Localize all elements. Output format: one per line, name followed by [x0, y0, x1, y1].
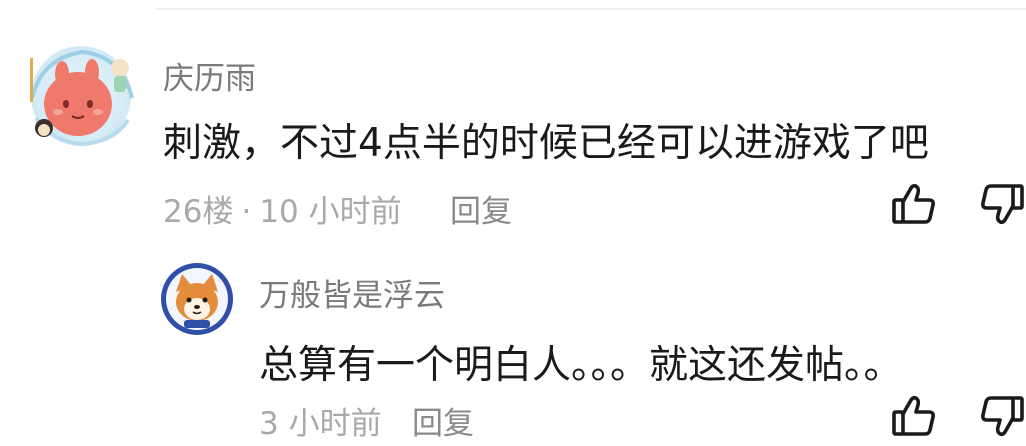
reply-reply-button[interactable]: 回复 — [412, 398, 474, 443]
thumbs-down-icon[interactable] — [978, 180, 1026, 228]
reply-thumbs-down-icon[interactable] — [978, 392, 1026, 440]
reply-time: 3 小时前 — [259, 406, 382, 442]
thumbs-up-icon[interactable] — [890, 180, 938, 228]
avatar[interactable] — [22, 38, 140, 150]
floor-number: 26楼 — [163, 194, 234, 230]
comment-meta: 26楼 · 10 小时前 — [163, 186, 402, 231]
reply-button[interactable]: 回复 — [450, 186, 512, 231]
reply-thumbs-up-icon[interactable] — [890, 392, 938, 440]
comment-time: 10 小时前 — [259, 194, 402, 230]
comment-content: 刺激，不过4点半的时候已经可以进游戏了吧 — [163, 121, 929, 166]
meta-separator: · — [241, 194, 252, 230]
reply-avatar[interactable] — [160, 262, 234, 336]
reply-content: 总算有一个明白人。。。就这还发帖。。 — [259, 343, 903, 388]
reply-username[interactable]: 万般皆是浮云 — [259, 270, 445, 315]
top-divider — [155, 8, 1026, 10]
comment-username[interactable]: 庆历雨 — [163, 53, 256, 98]
